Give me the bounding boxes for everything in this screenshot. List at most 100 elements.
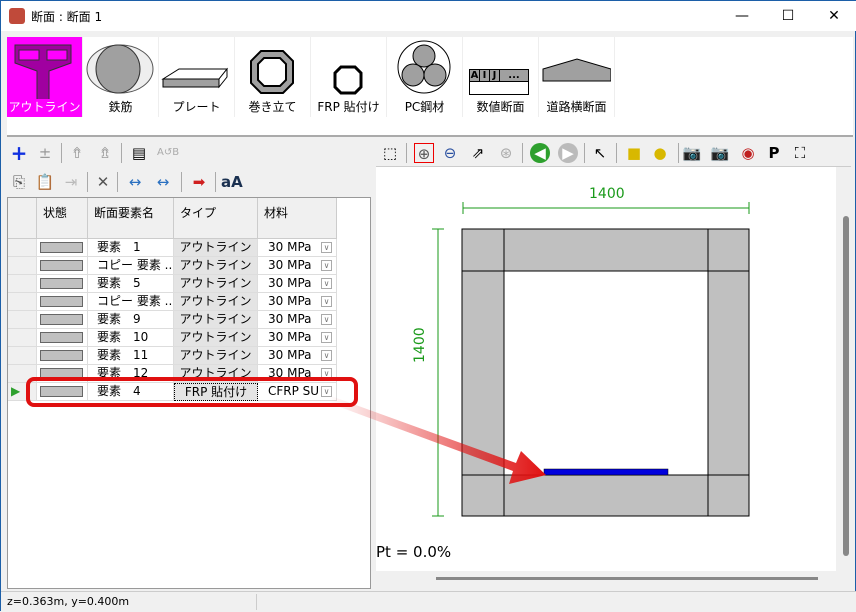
status-cell[interactable]	[37, 383, 88, 401]
status-cell[interactable]	[37, 365, 88, 383]
type-cell[interactable]: アウトライン	[174, 275, 258, 293]
edit-properties-icon[interactable]: ▤	[129, 143, 149, 163]
material-cell[interactable]: 30 MPa ∨	[258, 275, 337, 293]
palette-plate[interactable]: プレート	[159, 37, 235, 117]
row-header[interactable]	[8, 239, 37, 257]
color-icon[interactable]: ◉	[738, 143, 758, 163]
pointer-icon[interactable]: ↖	[590, 143, 610, 163]
move-down-icon[interactable]: ⇯	[95, 143, 115, 163]
chevron-down-icon[interactable]: ∨	[321, 332, 332, 343]
minimize-button[interactable]: —	[719, 1, 765, 31]
zoom-in-icon[interactable]: ⊕	[414, 143, 434, 163]
name-cell[interactable]: コピー 要素 ...	[88, 257, 174, 275]
type-cell[interactable]: アウトライン	[174, 311, 258, 329]
section-canvas[interactable]: 1400 1400 Pt = 0.0%	[376, 167, 836, 571]
row-header[interactable]	[8, 347, 37, 365]
status-cell[interactable]	[37, 329, 88, 347]
material-cell[interactable]: 30 MPa ∨	[258, 329, 337, 347]
move-up-icon[interactable]: ⇮	[67, 143, 87, 163]
status-cell[interactable]	[37, 311, 88, 329]
vertical-scrollbar[interactable]	[843, 216, 849, 556]
type-cell[interactable]: アウトライン	[174, 347, 258, 365]
chevron-down-icon[interactable]: ∨	[321, 260, 332, 271]
palette-numeric-section[interactable]: A I J ... 数値断面	[463, 37, 539, 117]
maximize-button[interactable]: ☐	[765, 1, 811, 31]
name-cell[interactable]: 要素 11	[88, 347, 174, 365]
name-cell[interactable]: 要素 5	[88, 275, 174, 293]
axis-p-icon[interactable]: P	[764, 143, 784, 163]
palette-jacketing[interactable]: 巻き立て	[235, 37, 311, 117]
delete-icon[interactable]: ✕	[93, 172, 113, 192]
status-cell[interactable]	[37, 347, 88, 365]
fit-all-icon[interactable]: ⛶	[790, 143, 810, 163]
camera-save-icon[interactable]: 📷	[710, 143, 730, 163]
export-table-icon[interactable]: ➡	[189, 172, 209, 192]
name-cell[interactable]: 要素 9	[88, 311, 174, 329]
chevron-down-icon[interactable]: ∨	[321, 278, 332, 289]
chevron-down-icon[interactable]: ∨	[321, 350, 332, 361]
camera-icon[interactable]: 📷	[682, 143, 702, 163]
row-header[interactable]	[8, 365, 37, 383]
status-cell[interactable]	[37, 293, 88, 311]
material-cell[interactable]: 30 MPa ∨	[258, 257, 337, 275]
type-cell[interactable]: アウトライン	[174, 257, 258, 275]
name-cell[interactable]: 要素 1	[88, 239, 174, 257]
close-button[interactable]: ✕	[811, 1, 856, 31]
rename-ab-icon[interactable]: A↺B	[157, 143, 179, 163]
select-lasso-icon[interactable]: ●	[650, 143, 670, 163]
paste-icon[interactable]: 📋	[35, 172, 55, 192]
row-header[interactable]	[8, 329, 37, 347]
row-header[interactable]: ▶	[8, 383, 37, 401]
chevron-down-icon[interactable]: ∨	[321, 386, 332, 397]
forward-icon[interactable]: ▶	[558, 143, 578, 163]
column-header-status[interactable]: 状態	[37, 198, 88, 239]
name-cell[interactable]: 要素 12	[88, 365, 174, 383]
chevron-down-icon[interactable]: ∨	[321, 368, 332, 379]
status-cell[interactable]	[37, 257, 88, 275]
row-header[interactable]	[8, 311, 37, 329]
column-header-name[interactable]: 断面要素名	[88, 198, 174, 239]
status-cell[interactable]	[37, 275, 88, 293]
status-cell[interactable]	[37, 239, 88, 257]
palette-outline[interactable]: アウトライン	[7, 37, 83, 117]
name-cell[interactable]: 要素 10	[88, 329, 174, 347]
material-cell[interactable]: CFRP SU ∨	[258, 383, 337, 401]
select-rect-icon[interactable]: ■	[624, 143, 644, 163]
row-header[interactable]	[8, 257, 37, 275]
pan-icon[interactable]: ⇗	[468, 143, 488, 163]
material-cell[interactable]: 30 MPa ∨	[258, 347, 337, 365]
palette-rebar[interactable]: 鉄筋	[83, 37, 159, 117]
select-region-icon[interactable]: ⬚	[380, 143, 400, 163]
font-icon[interactable]: aA	[221, 172, 243, 192]
name-cell[interactable]: コピー 要素 ...	[88, 293, 174, 311]
horizontal-scrollbar[interactable]	[436, 577, 818, 580]
chevron-down-icon[interactable]: ∨	[321, 296, 332, 307]
material-cell[interactable]: 30 MPa ∨	[258, 239, 337, 257]
chevron-down-icon[interactable]: ∨	[321, 314, 332, 325]
material-cell[interactable]: 30 MPa ∨	[258, 293, 337, 311]
type-cell[interactable]: FRP 貼付け	[174, 383, 258, 401]
add-icon[interactable]: +	[9, 143, 29, 163]
insert-icon[interactable]: ±	[35, 143, 55, 163]
horizontal-splitter[interactable]	[7, 119, 853, 137]
zoom-out-icon[interactable]: ⊖	[440, 143, 460, 163]
paste-insert-icon[interactable]: ⇥	[61, 172, 81, 192]
chevron-down-icon[interactable]: ∨	[321, 242, 332, 253]
material-cell[interactable]: 30 MPa ∨	[258, 311, 337, 329]
back-icon[interactable]: ◀	[530, 143, 550, 163]
copy-icon[interactable]: ⎘	[9, 172, 29, 192]
palette-road-section[interactable]: 道路横断面	[539, 37, 615, 117]
type-cell[interactable]: アウトライン	[174, 293, 258, 311]
type-cell[interactable]: アウトライン	[174, 365, 258, 383]
center-icon[interactable]: ⊛	[496, 143, 516, 163]
name-cell[interactable]: 要素 4	[88, 383, 174, 401]
fit-numeric-icon[interactable]: ↔	[153, 172, 173, 192]
fit-width-icon[interactable]: ↔	[125, 172, 145, 192]
palette-pc-steel[interactable]: PC鋼材	[387, 37, 463, 117]
type-cell[interactable]: アウトライン	[174, 239, 258, 257]
column-header-type[interactable]: タイプ	[174, 198, 258, 239]
material-cell[interactable]: 30 MPa ∨	[258, 365, 337, 383]
type-cell[interactable]: アウトライン	[174, 329, 258, 347]
row-header[interactable]	[8, 293, 37, 311]
row-header[interactable]	[8, 275, 37, 293]
